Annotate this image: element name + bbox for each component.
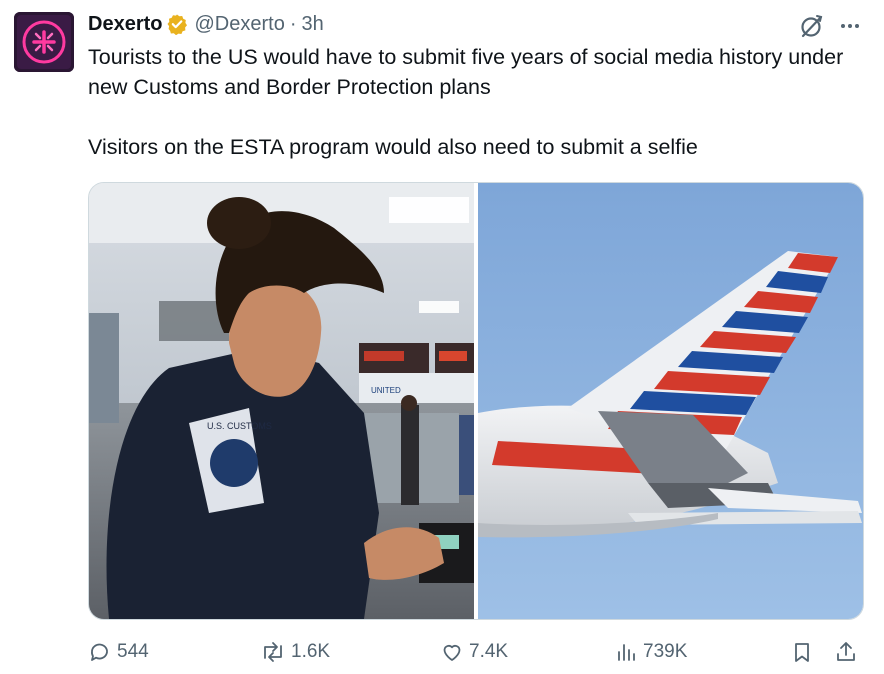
bookmark-icon (795, 643, 809, 662)
tweet-actions: 544 1.6K 7.4K 739K (88, 636, 862, 668)
tweet-text-paragraph-1: Tourists to the US would have to submit … (88, 45, 844, 99)
reply-button[interactable]: 544 (88, 636, 149, 668)
views-button[interactable]: 739K (614, 636, 687, 668)
tweet-top-icons (798, 12, 862, 40)
reply-count: 544 (117, 641, 149, 662)
svg-text:UNITED: UNITED (371, 386, 401, 395)
author-name[interactable]: Dexerto (88, 13, 162, 36)
tweet-media: UNITED U.S. CUSTOMS (88, 182, 864, 620)
repost-count: 1.6K (291, 641, 331, 662)
repost-icon (264, 642, 282, 662)
view-count: 739K (643, 641, 688, 662)
like-icon (443, 644, 461, 661)
like-count: 7.4K (469, 641, 509, 662)
author-handle[interactable]: @Dexerto (194, 13, 284, 36)
border-officer-photo[interactable]: UNITED U.S. CUSTOMS (89, 183, 475, 619)
share-button[interactable] (834, 636, 858, 668)
reply-icon (91, 643, 108, 661)
more-icon[interactable] (838, 14, 862, 38)
grok-icon[interactable] (798, 12, 826, 40)
verified-badge-icon[interactable] (166, 13, 188, 35)
svg-text:U.S. CUSTOMS: U.S. CUSTOMS (207, 421, 272, 431)
tweet-header: Dexerto @Dexerto · 3h (88, 10, 324, 38)
separator-dot: · (289, 12, 297, 35)
timestamp[interactable]: 3h (302, 13, 324, 36)
repost-button[interactable]: 1.6K (260, 636, 330, 668)
tweet-text-paragraph-2: Visitors on the ESTA program would also … (88, 135, 698, 159)
tweet-text: Tourists to the US would have to submit … (88, 42, 858, 162)
like-button[interactable]: 7.4K (440, 636, 508, 668)
avatar[interactable] (14, 12, 74, 72)
airplane-tail-photo[interactable] (477, 183, 863, 619)
views-icon (618, 644, 635, 661)
share-icon (837, 642, 855, 661)
bookmark-button[interactable] (790, 636, 814, 668)
dexerto-logo-icon (14, 12, 74, 72)
